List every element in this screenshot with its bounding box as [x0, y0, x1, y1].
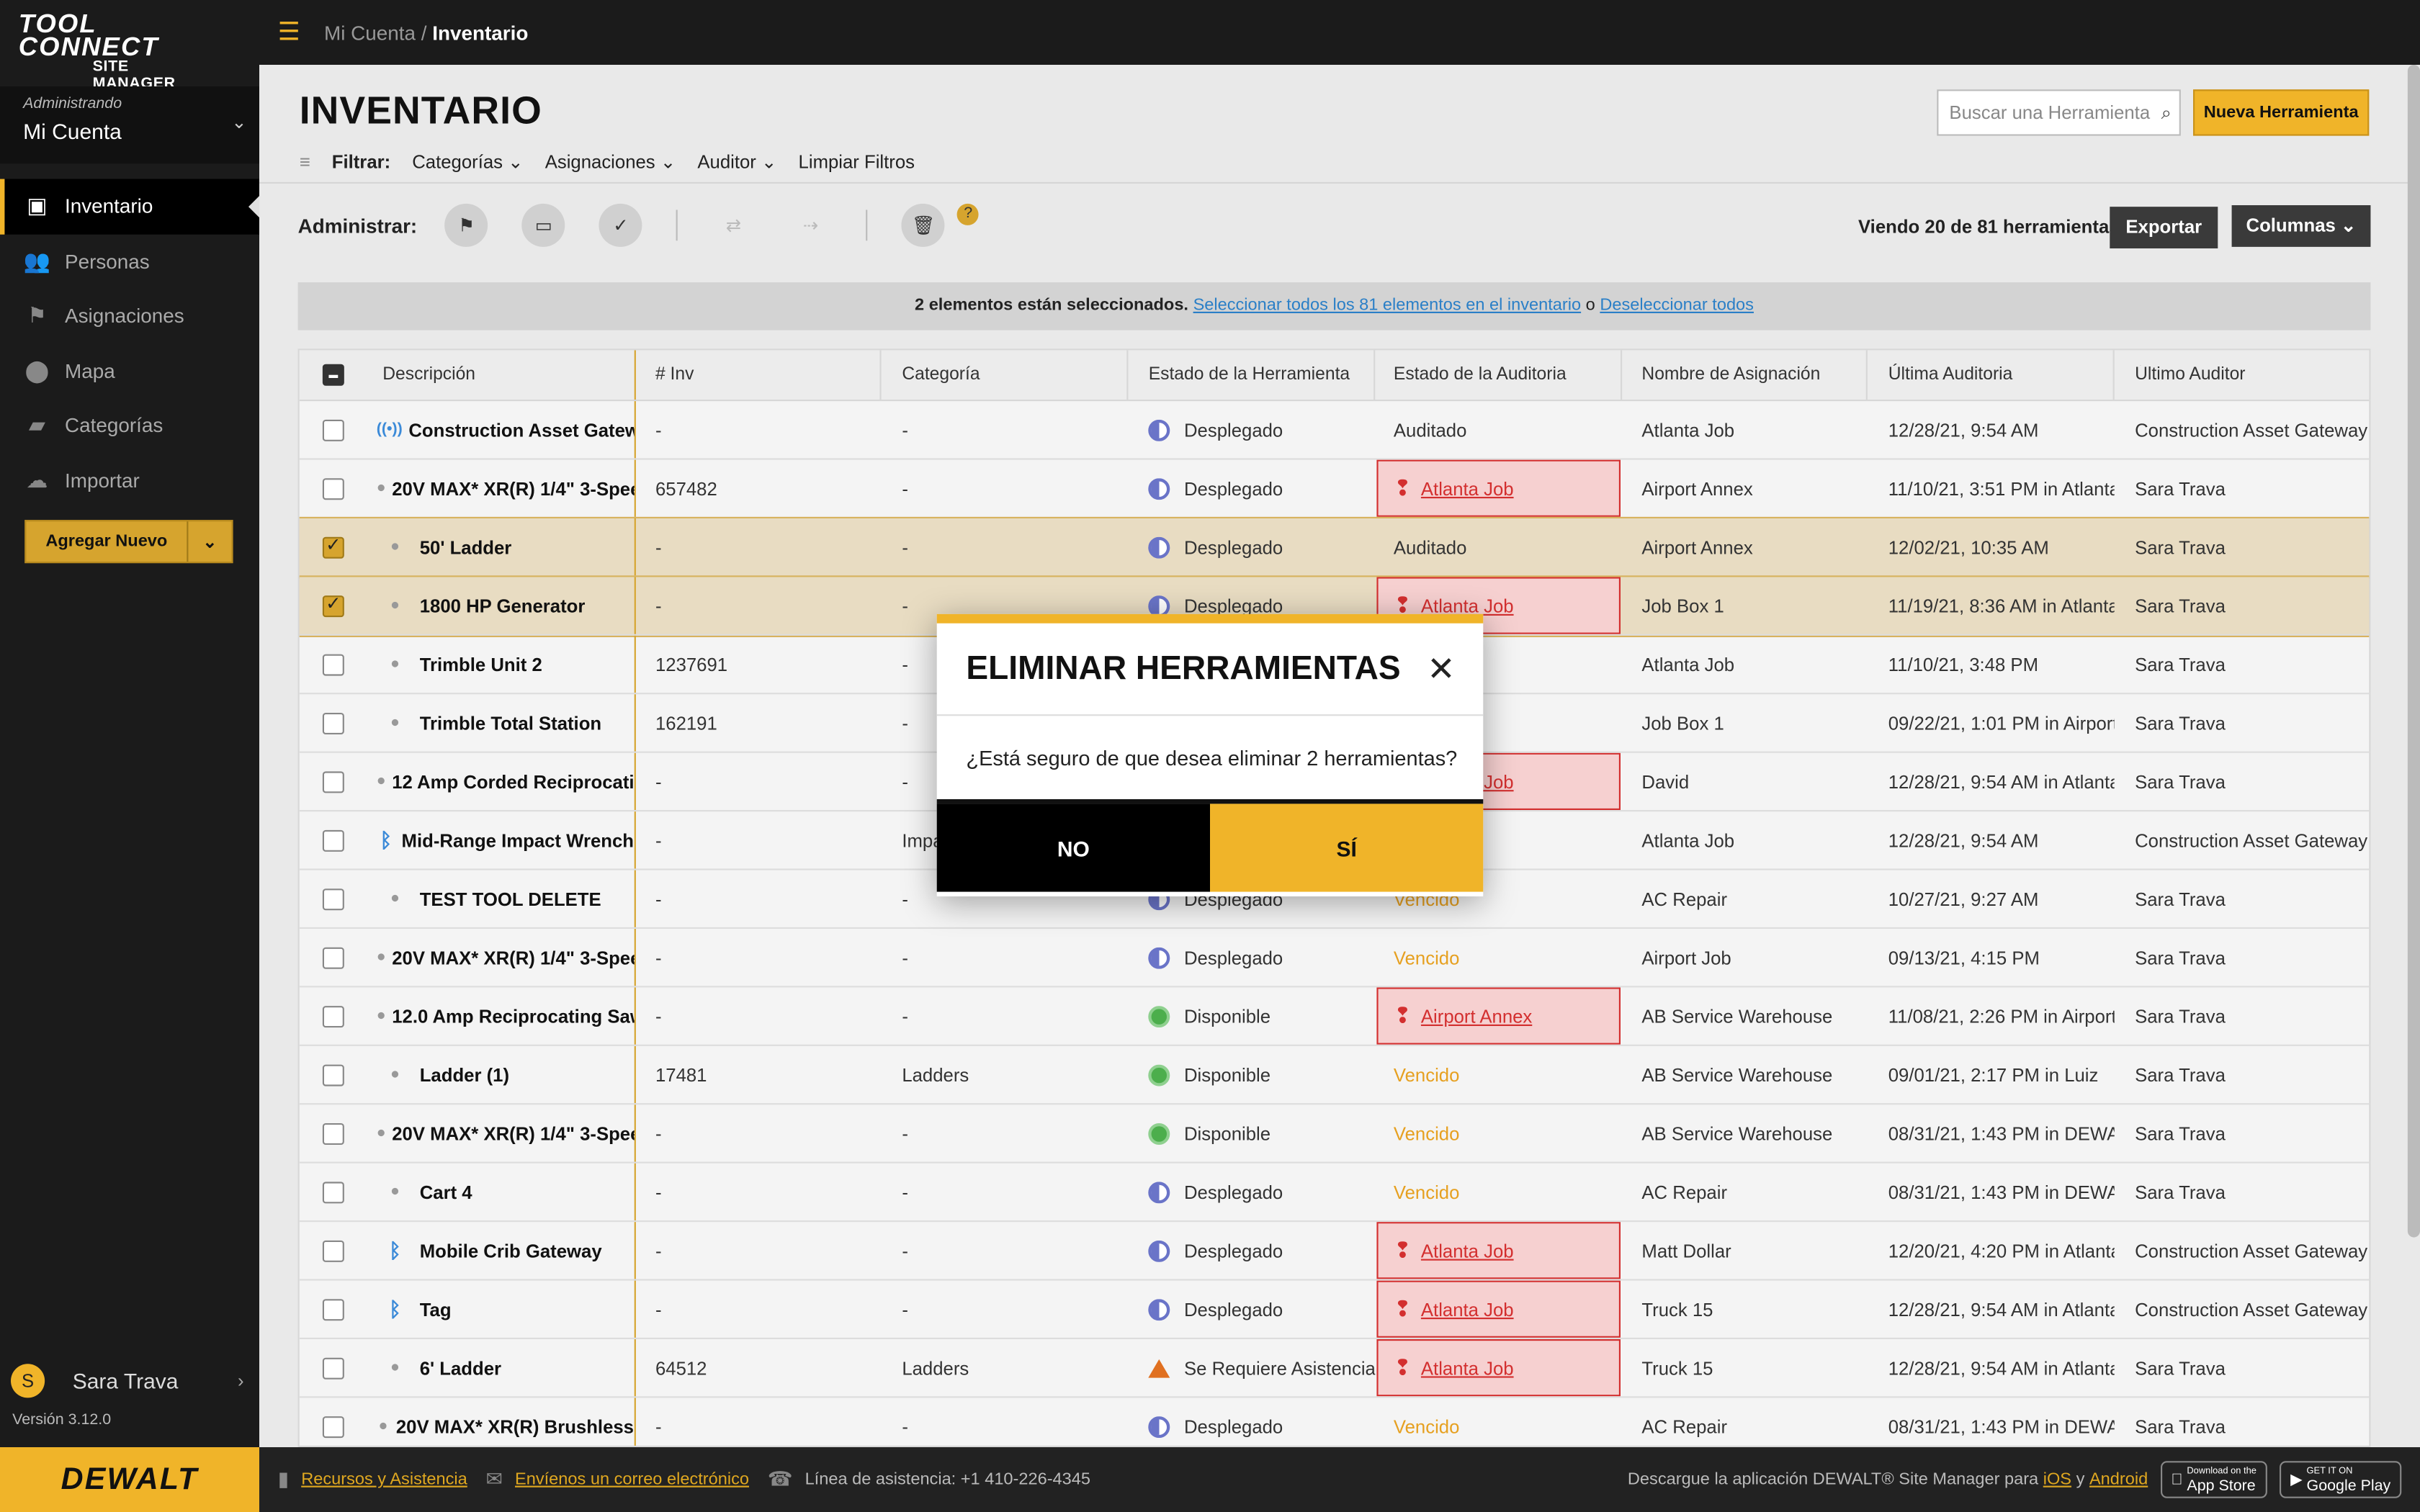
dialog-message: ¿Está seguro de que desea eliminar 2 her…: [936, 716, 1484, 804]
close-icon[interactable]: ✕: [1427, 649, 1456, 689]
delete-tools-dialog: ELIMINAR HERRAMIENTAS ✕ ¿Está seguro de …: [936, 613, 1484, 896]
dialog-title: ELIMINAR HERRAMIENTAS: [966, 649, 1401, 687]
no-button[interactable]: NO: [936, 804, 1210, 892]
yes-button[interactable]: SÍ: [1210, 804, 1484, 892]
modal-overlay: ELIMINAR HERRAMIENTAS ✕ ¿Está seguro de …: [0, 0, 2420, 1512]
